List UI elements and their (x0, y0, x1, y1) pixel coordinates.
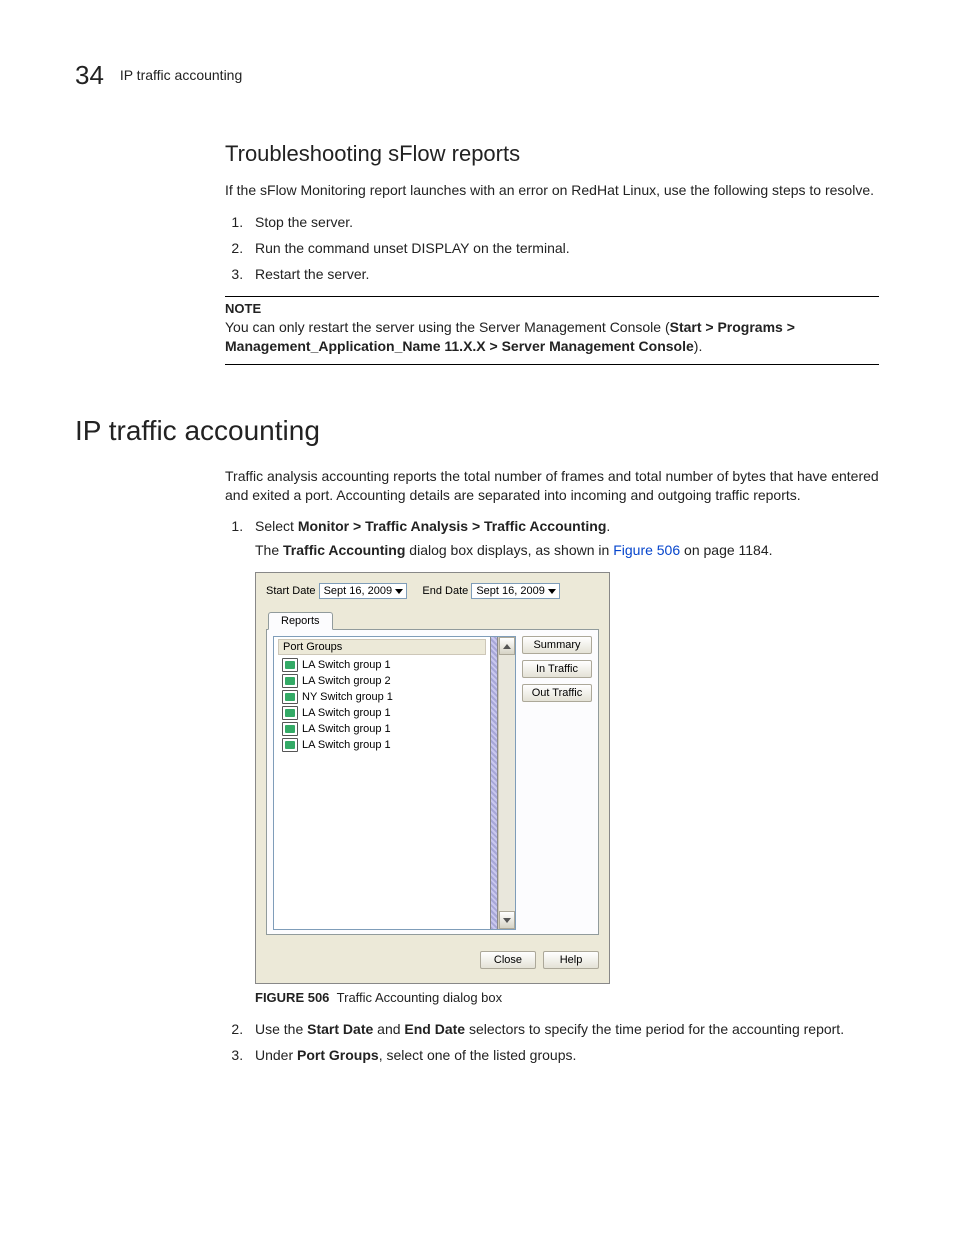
chapter-number: 34 (75, 60, 104, 90)
list-item[interactable]: LA Switch group 2 (278, 673, 486, 689)
note-rule-top (225, 296, 879, 297)
figure-xref-link[interactable]: Figure 506 (613, 542, 680, 558)
step-item: Stop the server. (247, 214, 879, 230)
tab-reports[interactable]: Reports (268, 612, 333, 630)
step-subtext: The Traffic Accounting dialog box displa… (255, 542, 879, 558)
port-groups-listbox: Port Groups LA Switch group 1 LA Switch … (273, 636, 516, 930)
list-item[interactable]: LA Switch group 1 (278, 657, 486, 673)
chevron-up-icon (503, 644, 511, 649)
ipaccounting-paragraph: Traffic analysis accounting reports the … (225, 467, 879, 505)
list-item[interactable]: LA Switch group 1 (278, 705, 486, 721)
step-item: Use the Start Date and End Date selector… (247, 1021, 879, 1037)
in-traffic-button[interactable]: In Traffic (522, 660, 592, 678)
end-date-label: End Date (422, 585, 468, 597)
pane-divider[interactable] (490, 637, 498, 929)
help-button[interactable]: Help (543, 951, 599, 969)
chevron-down-icon (503, 918, 511, 923)
dialog-bottom-row: Close Help (256, 941, 609, 983)
switch-icon (282, 706, 298, 720)
end-date-input[interactable]: Sept 16, 2009 (471, 583, 560, 599)
tab-bar: Reports (266, 609, 599, 630)
list-item[interactable]: NY Switch group 1 (278, 689, 486, 705)
troubleshoot-steps: Stop the server. Run the command unset D… (225, 214, 879, 282)
note-label: NOTE (225, 301, 879, 316)
step-item: Select Monitor > Traffic Analysis > Traf… (247, 518, 879, 1005)
traffic-accounting-dialog: Start Date Sept 16, 2009 End Date Sept 1… (255, 572, 610, 984)
scroll-down-button[interactable] (499, 911, 515, 929)
step-item: Run the command unset DISPLAY on the ter… (247, 240, 879, 256)
note-rule-bottom (225, 364, 879, 365)
section-heading-ipaccounting: IP traffic accounting (75, 415, 879, 447)
list-item[interactable]: LA Switch group 1 (278, 737, 486, 753)
out-traffic-button[interactable]: Out Traffic (522, 684, 592, 702)
switch-icon (282, 722, 298, 736)
ipaccounting-steps: Select Monitor > Traffic Analysis > Traf… (225, 518, 879, 1063)
start-date-input[interactable]: Sept 16, 2009 (319, 583, 408, 599)
port-groups-header: Port Groups (278, 639, 486, 655)
chapter-title: IP traffic accounting (120, 67, 242, 83)
switch-icon (282, 658, 298, 672)
scrollbar[interactable] (498, 637, 515, 929)
note-body: You can only restart the server using th… (225, 318, 879, 356)
close-button[interactable]: Close (480, 951, 536, 969)
tab-body: Port Groups LA Switch group 1 LA Switch … (266, 630, 599, 935)
switch-icon (282, 674, 298, 688)
figure-caption: FIGURE 506 Traffic Accounting dialog box (255, 990, 879, 1005)
switch-icon (282, 738, 298, 752)
step-item: Restart the server. (247, 266, 879, 282)
page-header: 34 IP traffic accounting (75, 60, 879, 91)
section-heading-troubleshooting: Troubleshooting sFlow reports (225, 141, 879, 167)
date-row: Start Date Sept 16, 2009 End Date Sept 1… (266, 583, 599, 599)
action-button-column: Summary In Traffic Out Traffic (516, 636, 592, 928)
intro-paragraph: If the sFlow Monitoring report launches … (225, 181, 879, 200)
switch-icon (282, 690, 298, 704)
list-item[interactable]: LA Switch group 1 (278, 721, 486, 737)
port-groups-pane: Port Groups LA Switch group 1 LA Switch … (274, 637, 490, 929)
summary-button[interactable]: Summary (522, 636, 592, 654)
step-item: Under Port Groups, select one of the lis… (247, 1047, 879, 1063)
start-date-label: Start Date (266, 585, 316, 597)
scroll-up-button[interactable] (499, 637, 515, 655)
